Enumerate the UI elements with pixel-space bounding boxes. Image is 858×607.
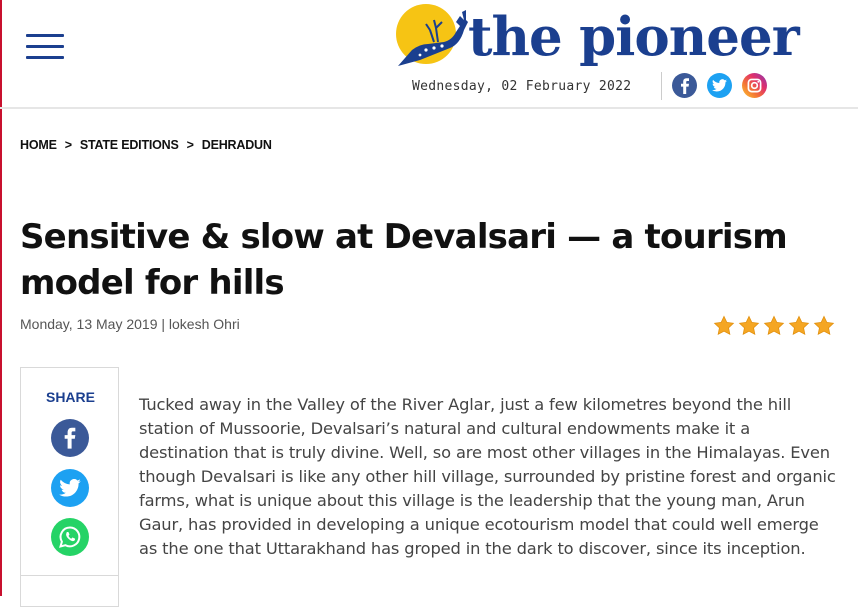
menu-line xyxy=(26,34,64,37)
star-icon[interactable] xyxy=(713,315,735,337)
site-logo[interactable]: the pioneer xyxy=(390,0,800,74)
article-meta: Monday, 13 May 2019 | lokesh Ohri xyxy=(20,316,240,332)
facebook-share-icon[interactable] xyxy=(51,419,89,457)
breadcrumb-home[interactable]: HOME xyxy=(20,138,57,152)
breadcrumb-state-editions[interactable]: STATE EDITIONS xyxy=(80,138,179,152)
page-left-rule xyxy=(0,0,2,596)
star-icon[interactable] xyxy=(763,315,785,337)
logo-wordmark: the pioneer xyxy=(468,6,800,68)
twitter-share-icon[interactable] xyxy=(51,469,89,507)
deer-icon xyxy=(398,10,468,66)
breadcrumb-separator: > xyxy=(186,138,194,152)
breadcrumb-separator: > xyxy=(64,138,72,152)
star-icon[interactable] xyxy=(788,315,810,337)
header-separator xyxy=(0,107,858,109)
share-panel: SHARE xyxy=(20,367,119,607)
breadcrumb-dehradun[interactable]: DEHRADUN xyxy=(202,138,272,152)
instagram-icon[interactable] xyxy=(742,73,767,98)
menu-line xyxy=(26,45,64,48)
header-divider xyxy=(661,72,662,100)
whatsapp-share-icon[interactable] xyxy=(51,518,89,556)
share-label: SHARE xyxy=(45,389,95,405)
breadcrumb: HOME > STATE EDITIONS > DEHRADUN xyxy=(20,138,272,152)
menu-line xyxy=(26,56,64,59)
hamburger-menu-icon[interactable] xyxy=(26,34,64,62)
rating-stars[interactable] xyxy=(713,315,835,337)
share-divider xyxy=(21,575,118,576)
article-body: Tucked away in the Valley of the River A… xyxy=(139,395,836,558)
article-title: Sensitive & slow at Devalsari — a touris… xyxy=(20,217,788,303)
star-icon[interactable] xyxy=(738,315,760,337)
twitter-icon[interactable] xyxy=(707,73,732,98)
header-date: Wednesday, 02 February 2022 xyxy=(412,79,632,94)
facebook-icon[interactable] xyxy=(672,73,697,98)
star-icon[interactable] xyxy=(813,315,835,337)
